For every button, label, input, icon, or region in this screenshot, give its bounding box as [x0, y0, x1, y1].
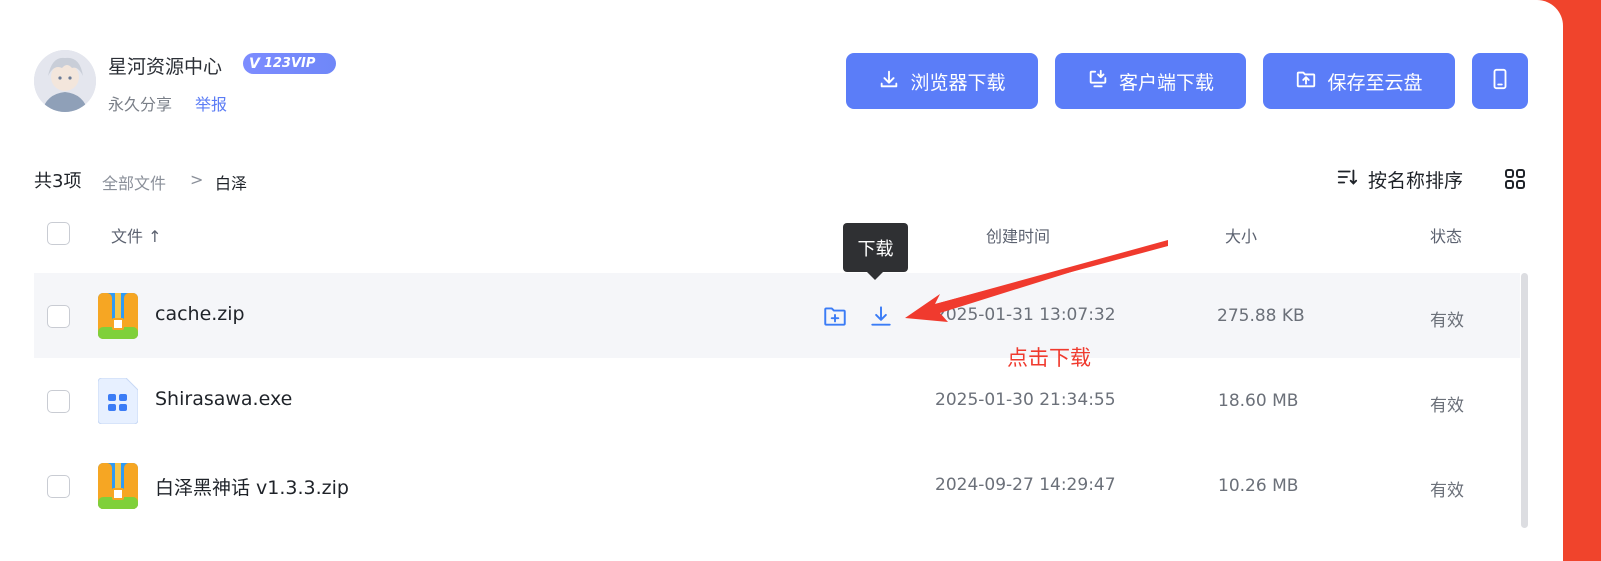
column-header-created: 创建时间: [986, 227, 1051, 246]
sort-icon: [1336, 166, 1358, 193]
table-row[interactable]: cache.zip 2025-01-31 13:07:32 275.88 KB …: [34, 273, 1520, 358]
created-time: 2025-01-31 13:07:32: [935, 305, 1116, 325]
download-icon: [878, 68, 900, 95]
mobile-phone-icon: [1489, 68, 1511, 95]
share-page-card: 星河资源中心 V 123VIP 永久分享 举报 浏览器下载 客户端下载 保存至云…: [0, 0, 1563, 561]
zip-icon: [98, 293, 138, 339]
browser-download-button[interactable]: 浏览器下载: [846, 53, 1038, 109]
owner-name: 星河资源中心: [108, 56, 223, 78]
item-count: 共3项: [34, 171, 82, 192]
created-time: 2024-09-27 14:29:47: [935, 475, 1116, 495]
file-status: 有效: [1430, 396, 1464, 416]
breadcrumb-current: 白泽: [215, 174, 248, 193]
row-checkbox[interactable]: [47, 475, 70, 498]
sort-label: 按名称排序: [1368, 170, 1464, 192]
created-time: 2025-01-30 21:34:55: [935, 390, 1116, 410]
file-size: 275.88 KB: [1217, 306, 1305, 326]
table-row[interactable]: 白泽黑神话 v1.3.3.zip 2024-09-27 14:29:47 10.…: [34, 443, 1520, 528]
report-link[interactable]: 举报: [195, 91, 227, 115]
download-tooltip: 下载: [843, 223, 908, 272]
browser-download-label: 浏览器下载: [910, 71, 1006, 94]
client-download-button[interactable]: 客户端下载: [1055, 53, 1246, 109]
vip-badge: V 123VIP: [243, 53, 336, 74]
save-to-folder-icon[interactable]: [822, 303, 848, 329]
monitor-download-icon: [1087, 68, 1109, 95]
folder-upload-icon: [1295, 68, 1317, 95]
file-status: 有效: [1430, 311, 1464, 331]
row-checkbox[interactable]: [47, 305, 70, 328]
save-to-cloud-label: 保存至云盘: [1327, 71, 1423, 94]
breadcrumb-separator: >: [190, 170, 204, 189]
scrollbar[interactable]: [1521, 273, 1528, 528]
file-name[interactable]: Shirasawa.exe: [155, 388, 292, 410]
annotation-text: 点击下载: [1007, 346, 1091, 370]
grid-view-icon[interactable]: [1503, 167, 1527, 191]
column-header-size: 大小: [1225, 227, 1258, 246]
file-size: 10.26 MB: [1218, 476, 1299, 496]
table-row[interactable]: Shirasawa.exe 2025-01-30 21:34:55 18.60 …: [34, 358, 1520, 443]
row-download-icon[interactable]: [868, 303, 894, 329]
column-header-file[interactable]: 文件 ↑: [111, 223, 162, 247]
row-checkbox[interactable]: [47, 390, 70, 413]
file-size: 18.60 MB: [1218, 391, 1299, 411]
breadcrumb-root[interactable]: 全部文件: [102, 170, 166, 194]
exe-icon: [97, 377, 139, 425]
zip-icon: [98, 463, 138, 509]
share-type: 永久分享: [108, 95, 173, 114]
avatar: [34, 50, 96, 112]
file-name[interactable]: 白泽黑神话 v1.3.3.zip: [155, 473, 349, 500]
file-status: 有效: [1430, 481, 1464, 501]
file-name[interactable]: cache.zip: [155, 303, 245, 325]
mobile-button[interactable]: [1472, 53, 1528, 109]
client-download-label: 客户端下载: [1118, 71, 1214, 94]
sort-button[interactable]: 按名称排序: [1336, 166, 1463, 193]
vip-badge-label: 123VIP: [263, 56, 316, 71]
vip-v-icon: V: [249, 55, 260, 72]
save-to-cloud-button[interactable]: 保存至云盘: [1263, 53, 1455, 109]
tooltip-arrow: [866, 271, 884, 280]
select-all-checkbox[interactable]: [47, 222, 70, 245]
column-header-status: 状态: [1430, 227, 1463, 246]
